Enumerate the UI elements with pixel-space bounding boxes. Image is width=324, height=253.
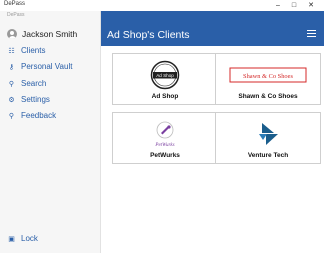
sidebar-brand: DePass [7,12,25,18]
client-name: PetWurks [150,152,180,159]
sidebar-item-label: Search [21,79,47,88]
sidebar-item-settings[interactable]: ⚙ Settings [7,94,50,105]
ad-shop-logo-text: Ad Shop [156,73,174,78]
petwurks-logo-text: PetWurks [154,143,174,148]
ad-shop-logo: Ad Shop [113,59,217,91]
client-name: Venture Tech [247,152,289,159]
title-bar: DePass – □ ✕ [0,0,324,11]
client-name: Ad Shop [151,93,179,100]
sidebar-item-label: Settings [21,95,50,104]
page-title: Ad Shop's Clients [107,29,190,41]
gear-icon: ⚙ [8,96,15,104]
sidebar-item-search[interactable]: ⚲ Search [7,78,46,89]
avatar [7,29,17,39]
minimize-button[interactable]: – [270,0,286,11]
sidebar-item-label: Feedback [21,111,57,120]
close-button[interactable]: ✕ [303,0,319,11]
client-card-shawn-co-shoes[interactable]: Shawn & Co Shoes Shawn & Co Shoes [215,53,321,105]
sidebar-item-feedback[interactable]: ⚲ Feedback [7,110,56,121]
maximize-button[interactable]: □ [286,0,302,11]
lock-button[interactable]: ▣ Lock [7,233,38,244]
sidebar-item-clients[interactable]: ☷ Clients [7,45,45,56]
client-card-ad-shop[interactable]: Ad Shop Ad Shop [112,53,218,105]
key-icon: ⚷ [8,63,15,71]
client-card-venture-tech[interactable]: Venture Tech [215,112,321,164]
search-icon: ⚲ [8,80,15,88]
shawn-logo-text: Shawn & Co Shoes [243,73,293,80]
client-card-petwurks[interactable]: PetWurks PetWurks [112,112,218,164]
lock-icon: ▣ [8,235,15,243]
lock-label: Lock [21,234,38,243]
sidebar: DePass Jackson Smith ☷ Clients ⚷ Persona… [0,11,101,253]
venture-tech-logo [216,118,320,150]
sidebar-item-personal-vault[interactable]: ⚷ Personal Vault [7,61,73,72]
window-title: DePass [4,1,26,7]
lightbulb-icon: ⚲ [8,112,15,120]
page-header: Ad Shop's Clients [101,11,324,46]
people-icon: ☷ [8,47,15,55]
petwurks-logo: PetWurks [113,118,217,150]
user-name: Jackson Smith [22,29,78,39]
client-name: Shawn & Co Shoes [238,93,298,100]
shawn-co-shoes-logo: Shawn & Co Shoes [216,59,320,91]
user-profile[interactable]: Jackson Smith [7,28,77,40]
menu-icon[interactable] [307,30,316,38]
sidebar-item-label: Clients [21,46,46,55]
sidebar-item-label: Personal Vault [21,62,73,71]
